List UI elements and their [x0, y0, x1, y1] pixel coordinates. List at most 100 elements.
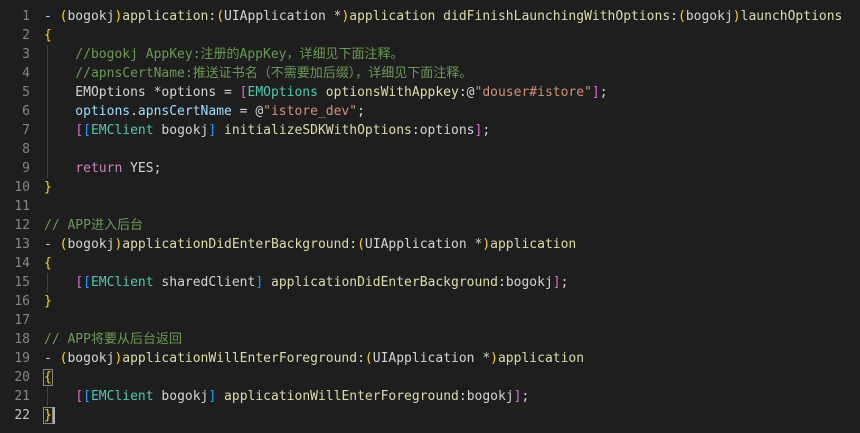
code-line[interactable]: 2{: [0, 26, 860, 45]
code-text: }: [44, 178, 52, 197]
code-text: EMOptions *options = [EMOptions optionsW…: [44, 83, 607, 102]
code-text: // APP进入后台: [44, 216, 143, 235]
code-text: - (bogokj) applicationDidEnterBackground:…: [44, 235, 576, 254]
code-token: ;: [357, 104, 365, 119]
code-token: UIApplication *: [224, 9, 342, 24]
code-token: EMClient: [90, 275, 154, 290]
code-token: ]: [591, 85, 600, 100]
code-line[interactable]: 13- (bogokj) applicationDidEnterBackgroun…: [0, 235, 860, 254]
code-token: -: [44, 9, 60, 24]
code-token: bogokj: [153, 389, 209, 404]
code-text: - (bogokj)application:(UIApplication *)a…: [44, 7, 842, 26]
line-number: 2: [22, 28, 30, 43]
code-line[interactable]: 19- (bogokj) applicationWillEnterForegrou…: [0, 349, 860, 368]
code-token: ]: [552, 275, 561, 290]
line-number: 16: [14, 294, 30, 309]
code-token: applicationWillEnterForeground: [224, 389, 459, 404]
code-token: :: [357, 351, 365, 366]
code-line[interactable]: 1- (bogokj)application:(UIApplication *)…: [0, 7, 860, 26]
code-token: application: [497, 351, 585, 366]
code-token: EMOptions: [247, 85, 318, 100]
code-token: ): [482, 237, 491, 252]
code-line[interactable]: 14 {: [0, 254, 860, 273]
code-token: [: [75, 275, 84, 290]
line-number: 5: [22, 85, 30, 100]
code-line[interactable]: 8: [0, 140, 860, 159]
line-number: 14: [14, 256, 30, 271]
code-token: "douser#istore": [474, 85, 592, 100]
code-line[interactable]: 22}: [0, 406, 860, 425]
code-line[interactable]: 16}: [0, 292, 860, 311]
code-token: bogokj: [466, 389, 514, 404]
line-number: 1: [22, 9, 30, 24]
code-token: {: [44, 256, 52, 271]
code-line[interactable]: 7 [[EMClient bogokj] initializeSDKWithOp…: [0, 121, 860, 140]
code-text: [[EMClient bogokj] initializeSDKWithOpti…: [44, 121, 490, 140]
code-token: applicationDidEnterBackground: [271, 275, 498, 290]
code-line[interactable]: 18 // APP将要从后台返回: [0, 330, 860, 349]
code-line[interactable]: 3 //bogokj AppKey:注册的AppKey，详细见下面注释。: [0, 45, 860, 64]
code-token: @: [466, 85, 475, 100]
code-token: -: [44, 351, 60, 366]
code-token: launchOptions: [740, 9, 843, 24]
code-token: [: [83, 389, 91, 404]
code-line[interactable]: 4 //apnsCertName:推送证书名（不需要加后缀），详细见下面注释。: [0, 64, 860, 83]
code-token: UIApplication *: [364, 237, 483, 252]
line-number: 6: [22, 104, 30, 119]
line-number: 19: [14, 351, 30, 366]
code-token: :: [458, 85, 467, 100]
line-number: 9: [22, 161, 30, 176]
code-token: EMClient: [90, 123, 154, 138]
code-token: [: [239, 85, 248, 100]
code-line[interactable]: 5 EMOptions *options = [EMOptions option…: [0, 83, 860, 102]
code-line[interactable]: 10}: [0, 178, 860, 197]
code-text: - (bogokj) applicationWillEnterForeground…: [44, 349, 584, 368]
code-token: [: [83, 123, 91, 138]
code-line[interactable]: 12 // APP进入后台: [0, 216, 860, 235]
code-token: ;: [482, 123, 491, 138]
line-number: 3: [22, 47, 30, 62]
code-token: options: [44, 104, 131, 119]
code-token: apnsCertName: [137, 104, 232, 119]
line-number: 18: [14, 332, 30, 347]
code-text: // APP将要从后台返回: [44, 330, 182, 349]
code-text: [[EMClient sharedClient] applicationDidE…: [44, 273, 568, 292]
code-token: bogokj: [685, 9, 733, 24]
code-token: return: [75, 161, 123, 176]
code-token: :: [458, 389, 467, 404]
code-token: bogokj: [153, 123, 209, 138]
line-number: 15: [14, 275, 30, 290]
code-token: ]: [255, 275, 264, 290]
code-line[interactable]: 11: [0, 197, 860, 216]
code-line[interactable]: 9 return YES;: [0, 159, 860, 178]
code-token: ): [732, 9, 741, 24]
code-editor[interactable]: 1- (bogokj)application:(UIApplication *)…: [0, 0, 860, 433]
code-token: applicationWillEnterForeground: [122, 351, 358, 366]
code-token: "istore_dev": [263, 104, 358, 119]
code-line[interactable]: 6 options.apnsCertName = @"istore_dev";: [0, 102, 860, 121]
code-token: [: [75, 389, 84, 404]
code-text: //bogokj AppKey:注册的AppKey，详细见下面注释。: [44, 45, 403, 64]
code-token: :: [497, 275, 506, 290]
code-line[interactable]: 15 [[EMClient sharedClient] applicationD…: [0, 273, 860, 292]
code-token: bogokj: [67, 9, 115, 24]
code-token: :: [349, 237, 358, 252]
code-token: applicationDidEnterBackground: [122, 237, 350, 252]
code-token: ): [490, 351, 498, 366]
code-token: ;: [560, 275, 569, 290]
code-token: bogokj: [67, 237, 115, 252]
code-text: options.apnsCertName = @"istore_dev";: [44, 102, 365, 121]
code-line[interactable]: 20{: [0, 368, 860, 387]
code-token: [: [75, 123, 84, 138]
code-token: (: [216, 9, 225, 24]
code-line[interactable]: 17: [0, 311, 860, 330]
code-line[interactable]: 21 [[EMClient bogokj] applicationWillEnt…: [0, 387, 860, 406]
code-token: .: [130, 104, 138, 119]
bracket-match-highlight: [43, 369, 53, 386]
line-number: 17: [14, 313, 30, 328]
